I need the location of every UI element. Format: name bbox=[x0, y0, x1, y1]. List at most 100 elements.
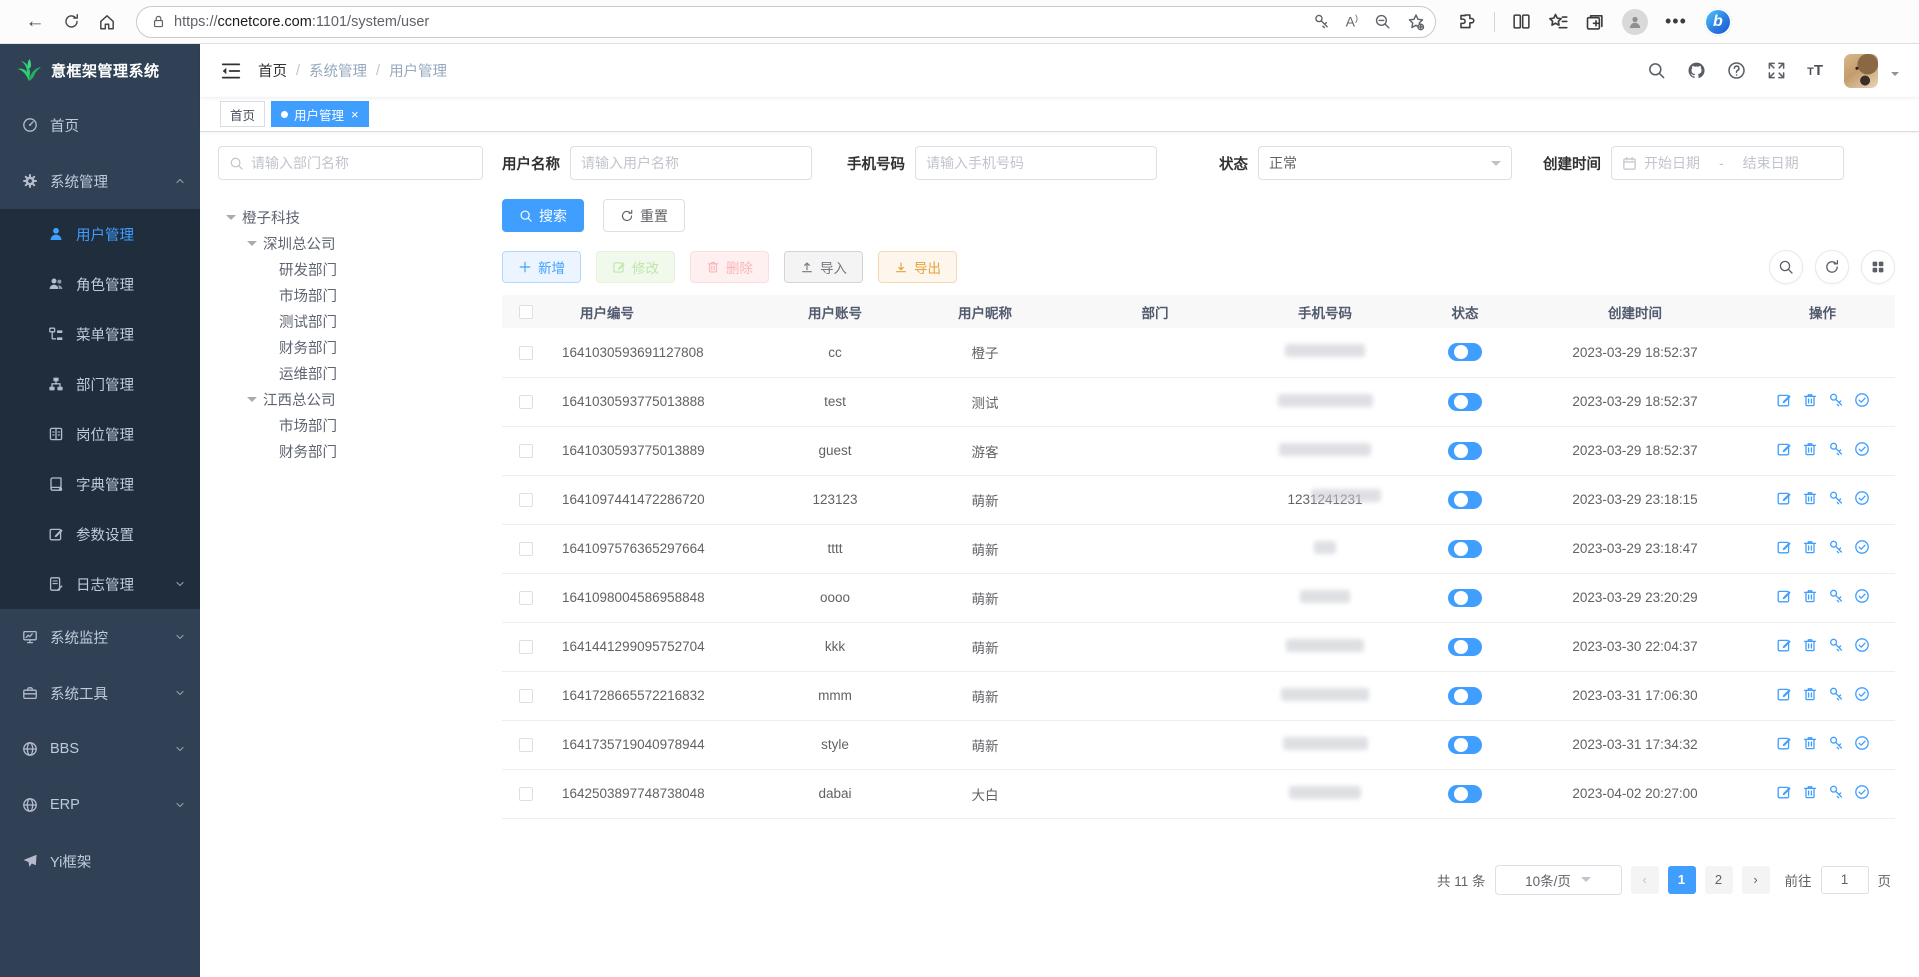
search-icon[interactable] bbox=[1647, 61, 1666, 80]
read-aloud-icon[interactable]: A) bbox=[1346, 13, 1358, 30]
status-toggle[interactable] bbox=[1448, 343, 1482, 361]
row-checkbox[interactable] bbox=[519, 787, 533, 801]
tree-expand-icon[interactable] bbox=[247, 241, 257, 251]
delete-button[interactable]: 删除 bbox=[690, 251, 769, 283]
edit-square-icon[interactable] bbox=[1776, 588, 1792, 604]
sidebar-item-Yi框架[interactable]: Yi框架 bbox=[0, 833, 200, 889]
sidebar-item-系统监控[interactable]: 系统监控 bbox=[0, 609, 200, 665]
tree-node-深圳总公司[interactable]: 深圳总公司 bbox=[218, 230, 483, 256]
status-toggle[interactable] bbox=[1448, 393, 1482, 411]
copilot-icon[interactable]: b bbox=[1704, 8, 1732, 36]
edit-square-icon[interactable] bbox=[1776, 539, 1792, 555]
tree-expand-icon[interactable] bbox=[247, 397, 257, 407]
row-checkbox[interactable] bbox=[519, 738, 533, 752]
row-checkbox[interactable] bbox=[519, 395, 533, 409]
next-page-button[interactable]: › bbox=[1742, 866, 1770, 894]
sidebar-item-角色管理[interactable]: 角色管理 bbox=[0, 259, 200, 309]
reset-button[interactable]: 重置 bbox=[603, 199, 685, 232]
home-icon[interactable] bbox=[92, 7, 122, 37]
sidebar-item-用户管理[interactable]: 用户管理 bbox=[0, 209, 200, 259]
edit-button[interactable]: 修改 bbox=[596, 251, 675, 283]
page-size-select[interactable]: 10条/页 bbox=[1495, 865, 1622, 895]
sidebar-item-参数设置[interactable]: 参数设置 bbox=[0, 509, 200, 559]
favorites-bar-icon[interactable] bbox=[1548, 12, 1568, 32]
status-toggle[interactable] bbox=[1448, 785, 1482, 803]
tree-node-江西总公司[interactable]: 江西总公司 bbox=[218, 386, 483, 412]
key-icon[interactable] bbox=[1828, 441, 1844, 457]
trash-icon[interactable] bbox=[1802, 784, 1818, 800]
key-icon[interactable] bbox=[1828, 735, 1844, 751]
breadcrumb-system[interactable]: 系统管理 bbox=[309, 60, 367, 81]
export-button[interactable]: 导出 bbox=[878, 251, 957, 283]
edit-square-icon[interactable] bbox=[1776, 392, 1792, 408]
row-checkbox[interactable] bbox=[519, 542, 533, 556]
edit-square-icon[interactable] bbox=[1776, 735, 1792, 751]
app-logo[interactable]: 意框架管理系统 bbox=[0, 44, 200, 97]
edit-square-icon[interactable] bbox=[1776, 686, 1792, 702]
back-icon[interactable]: ← bbox=[20, 7, 50, 37]
trash-icon[interactable] bbox=[1802, 686, 1818, 702]
trash-icon[interactable] bbox=[1802, 441, 1818, 457]
row-checkbox[interactable] bbox=[519, 493, 533, 507]
add-button[interactable]: 新增 bbox=[502, 251, 581, 283]
key-icon[interactable] bbox=[1828, 490, 1844, 506]
sidebar-item-系统管理[interactable]: 系统管理 bbox=[0, 153, 200, 209]
refresh-table-button[interactable] bbox=[1815, 250, 1849, 284]
sidebar-item-BBS[interactable]: BBS bbox=[0, 721, 200, 777]
key-icon[interactable] bbox=[1828, 784, 1844, 800]
edit-square-icon[interactable] bbox=[1776, 637, 1792, 653]
edit-square-icon[interactable] bbox=[1776, 784, 1792, 800]
github-icon[interactable] bbox=[1687, 61, 1706, 80]
tree-node-研发部门[interactable]: 研发部门 bbox=[218, 256, 483, 282]
username-input[interactable]: 请输入用户名称 bbox=[570, 146, 812, 180]
avatar-caret-icon[interactable] bbox=[1891, 72, 1899, 80]
row-checkbox[interactable] bbox=[519, 591, 533, 605]
row-checkbox[interactable] bbox=[519, 689, 533, 703]
status-toggle[interactable] bbox=[1448, 540, 1482, 558]
key-icon[interactable] bbox=[1828, 392, 1844, 408]
check-circle-icon[interactable] bbox=[1854, 735, 1870, 751]
profile-icon[interactable] bbox=[1622, 9, 1648, 35]
phone-input[interactable]: 请输入手机号码 bbox=[915, 146, 1157, 180]
sidebar-item-系统工具[interactable]: 系统工具 bbox=[0, 665, 200, 721]
tree-node-财务部门[interactable]: 财务部门 bbox=[218, 334, 483, 360]
trash-icon[interactable] bbox=[1802, 539, 1818, 555]
trash-icon[interactable] bbox=[1802, 637, 1818, 653]
check-circle-icon[interactable] bbox=[1854, 637, 1870, 653]
fullscreen-icon[interactable] bbox=[1767, 61, 1786, 80]
page-button-1[interactable]: 1 bbox=[1668, 866, 1696, 894]
collections-icon[interactable] bbox=[1585, 12, 1605, 32]
check-circle-icon[interactable] bbox=[1854, 686, 1870, 702]
more-icon[interactable]: ••• bbox=[1665, 11, 1687, 32]
edit-square-icon[interactable] bbox=[1776, 441, 1792, 457]
trash-icon[interactable] bbox=[1802, 735, 1818, 751]
sidebar-item-ERP[interactable]: ERP bbox=[0, 777, 200, 833]
check-circle-icon[interactable] bbox=[1854, 392, 1870, 408]
breadcrumb-home[interactable]: 首页 bbox=[258, 60, 287, 81]
sidebar-item-岗位管理[interactable]: 岗位管理 bbox=[0, 409, 200, 459]
font-size-icon[interactable]: TT bbox=[1807, 62, 1823, 79]
select-all-checkbox[interactable] bbox=[519, 305, 533, 319]
sidebar-item-日志管理[interactable]: 日志管理 bbox=[0, 559, 200, 609]
status-toggle[interactable] bbox=[1448, 442, 1482, 460]
show-search-button[interactable] bbox=[1769, 250, 1803, 284]
sidebar-item-字典管理[interactable]: 字典管理 bbox=[0, 459, 200, 509]
edit-square-icon[interactable] bbox=[1776, 490, 1792, 506]
help-icon[interactable] bbox=[1727, 61, 1746, 80]
trash-icon[interactable] bbox=[1802, 490, 1818, 506]
tab-close-icon[interactable]: × bbox=[351, 107, 359, 122]
key-icon[interactable] bbox=[1828, 539, 1844, 555]
check-circle-icon[interactable] bbox=[1854, 784, 1870, 800]
check-circle-icon[interactable] bbox=[1854, 588, 1870, 604]
row-checkbox[interactable] bbox=[519, 346, 533, 360]
sidebar-item-首页[interactable]: 首页 bbox=[0, 97, 200, 153]
tab-home[interactable]: 首页 bbox=[220, 101, 265, 127]
goto-page-input[interactable]: 1 bbox=[1821, 866, 1869, 894]
favorite-add-icon[interactable] bbox=[1407, 13, 1425, 31]
check-circle-icon[interactable] bbox=[1854, 441, 1870, 457]
sidebar-item-部门管理[interactable]: 部门管理 bbox=[0, 359, 200, 409]
key-icon[interactable] bbox=[1313, 13, 1330, 30]
import-button[interactable]: 导入 bbox=[784, 251, 863, 283]
zoom-out-icon[interactable] bbox=[1374, 13, 1391, 30]
check-circle-icon[interactable] bbox=[1854, 490, 1870, 506]
